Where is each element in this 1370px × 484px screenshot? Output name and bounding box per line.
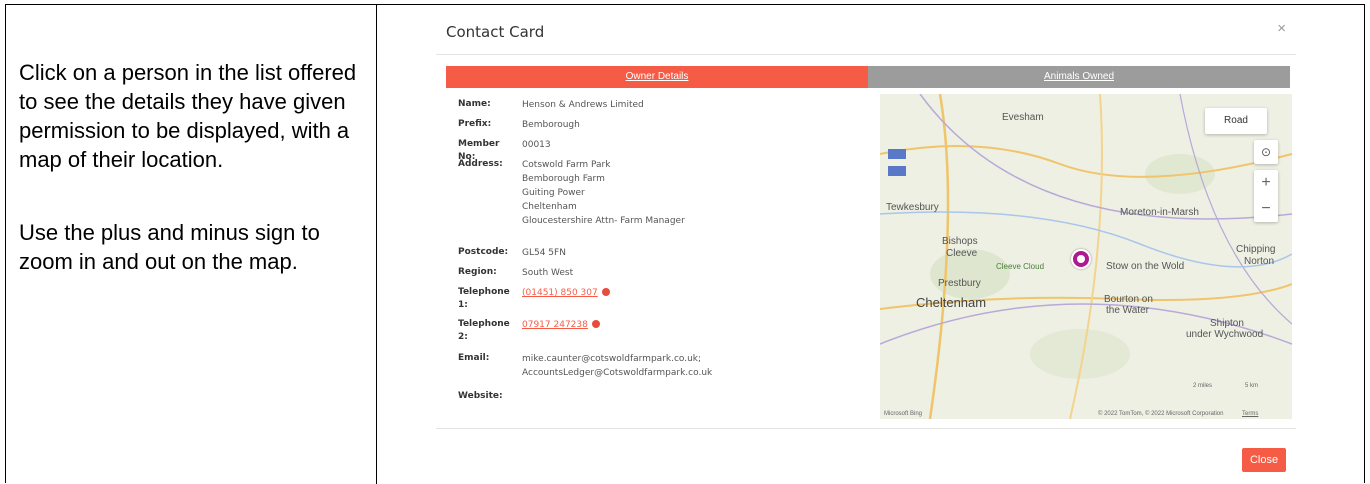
close-icon[interactable]: × <box>1277 20 1286 37</box>
prefix-label: Prefix: <box>458 119 492 129</box>
telephone-2-link[interactable]: 07917 247238 <box>522 320 588 330</box>
instruction-zoom: Use the plus and minus sign to zoom in a… <box>19 220 320 274</box>
telephone-1-link[interactable]: (01451) 850 307 <box>522 288 598 298</box>
address-line: Bemborough Farm <box>522 174 605 184</box>
map-scale-km: 5 km <box>1245 383 1259 389</box>
bing-logo: Microsoft Bing <box>884 411 923 417</box>
member-value: 00013 <box>522 140 551 150</box>
map-place-label: Stow on the Wold <box>1106 261 1185 272</box>
phone-icon[interactable] <box>591 320 600 328</box>
location-map[interactable]: Evesham Tewkesbury Moreton-in-Marsh Bish… <box>880 94 1292 419</box>
map-place-label: Tewkesbury <box>886 202 939 213</box>
address-value: Cotswold Farm Park Bemborough Farm Guiti… <box>522 158 685 228</box>
prefix-value: Bemborough <box>522 120 580 130</box>
name-value: Henson & Andrews Limited <box>522 100 644 110</box>
location-pin-icon[interactable] <box>1071 249 1091 269</box>
instruction-select-person: Click on a person in the list offered to… <box>19 60 357 172</box>
address-label: Address: <box>458 159 503 169</box>
locate-me-icon[interactable]: ⊙ <box>1254 140 1278 164</box>
map-place-label: Chipping <box>1236 244 1276 255</box>
column-divider <box>376 5 377 484</box>
close-button[interactable]: Close <box>1242 448 1286 472</box>
map-style-road-button[interactable]: Road <box>1205 108 1267 134</box>
zoom-out-button[interactable]: − <box>1254 196 1278 222</box>
telephone-2-value: 07917 247238 <box>522 318 600 332</box>
instructions-panel: Click on a person in the list offered to… <box>19 58 359 320</box>
map-place-label: Evesham <box>1002 112 1044 123</box>
email-label: Email: <box>458 353 490 363</box>
telephone-1-value: (01451) 850 307 <box>522 286 610 300</box>
map-place-label: Bourton on <box>1104 294 1153 305</box>
map-place-label: the Water <box>1106 305 1149 316</box>
map-place-label: Prestbury <box>938 278 981 289</box>
email-line: mike.caunter@cotswoldfarmpark.co.uk; <box>522 354 702 364</box>
map-place-label: under Wychwood <box>1186 329 1264 340</box>
map-place-label: Bishops <box>942 236 978 247</box>
contact-card-modal: Contact Card × Owner Details Animals Own… <box>436 14 1296 483</box>
tab-owner-details[interactable]: Owner Details <box>446 66 868 88</box>
tab-animals-owned[interactable]: Animals Owned <box>868 66 1290 88</box>
map-place-label: Moreton-in-Marsh <box>1120 207 1199 218</box>
map-scale-miles: 2 miles <box>1193 383 1213 389</box>
modal-footer-divider <box>436 428 1296 429</box>
region-label: Region: <box>458 267 497 277</box>
map-place-label: Cheltenham <box>916 295 987 310</box>
postcode-label: Postcode: <box>458 247 509 257</box>
email-value: mike.caunter@cotswoldfarmpark.co.uk; Acc… <box>522 352 712 380</box>
modal-title: Contact Card <box>446 23 545 41</box>
address-line: Gloucestershire Attn- Farm Manager <box>522 216 685 226</box>
map-terms-link[interactable]: Terms <box>1242 411 1258 417</box>
telephone-2-label: Telephone 2: <box>458 319 510 342</box>
tab-bar: Owner Details Animals Owned <box>446 66 1290 88</box>
email-line: AccountsLedger@Cotswoldfarmpark.co.uk <box>522 368 713 378</box>
map-place-label: Norton <box>1244 256 1275 267</box>
modal-header: Contact Card × <box>436 14 1296 55</box>
map-place-label: Cleeve Cloud <box>996 262 1045 271</box>
website-label: Website: <box>458 391 503 401</box>
phone-icon[interactable] <box>601 288 610 296</box>
postcode-value: GL54 5FN <box>522 248 566 258</box>
telephone-1-label: Telephone 1: <box>458 287 510 310</box>
region-value: South West <box>522 268 574 278</box>
map-place-label: Shipton <box>1210 318 1244 329</box>
name-label: Name: <box>458 99 491 109</box>
map-place-label: Cleeve <box>946 248 978 259</box>
zoom-in-button[interactable]: + <box>1254 170 1278 196</box>
address-line: Cheltenham <box>522 202 577 212</box>
zoom-control: + − <box>1254 170 1278 222</box>
map-attribution: © 2022 TomTom, © 2022 Microsoft Corporat… <box>1098 411 1224 417</box>
address-line: Cotswold Farm Park <box>522 160 611 170</box>
address-line: Guiting Power <box>522 188 585 198</box>
